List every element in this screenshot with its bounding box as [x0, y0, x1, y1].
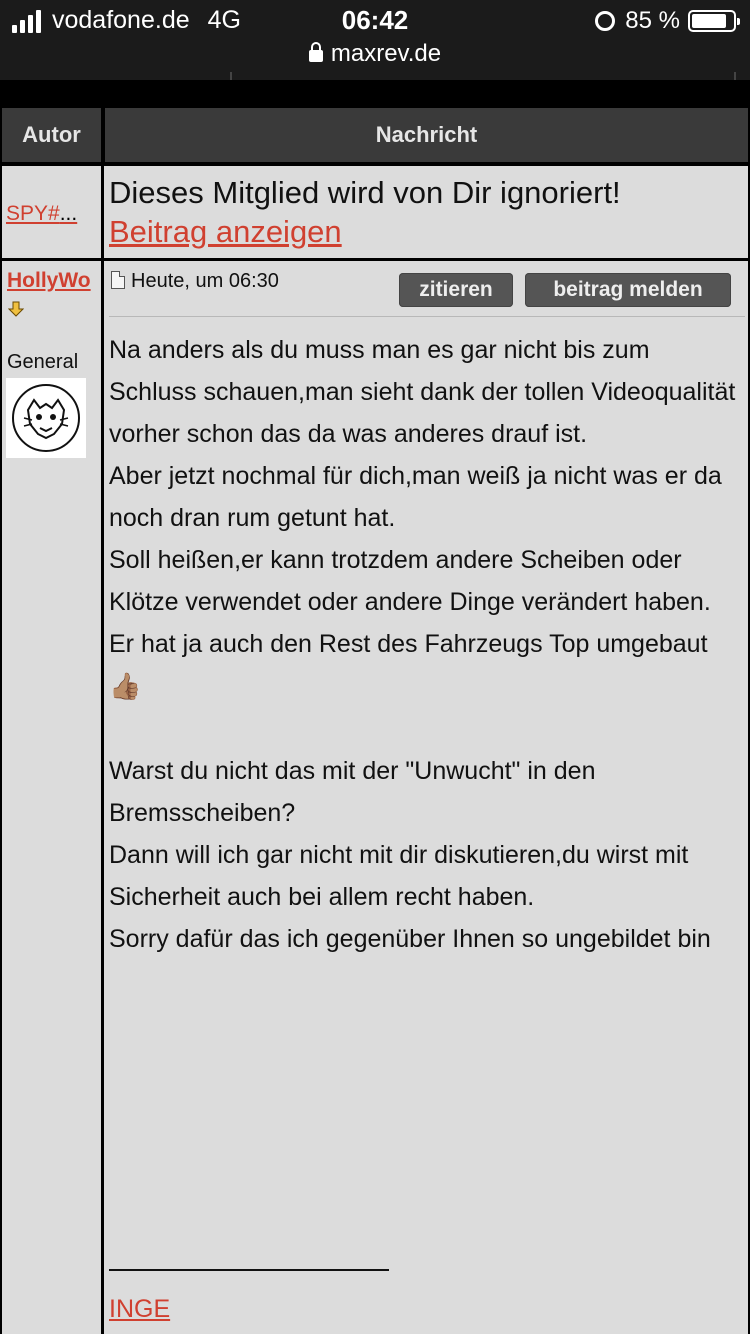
battery-icon: [688, 10, 740, 32]
battery-percent: 85 %: [625, 7, 680, 34]
post-date: Heute, um 06:30: [131, 270, 279, 292]
alarm-icon: [595, 11, 616, 31]
author-column-header: Autor: [0, 106, 103, 164]
message-column-header: Nachricht: [103, 106, 750, 164]
ignored-message-cell: Dieses Mitglied wird von Dir ignoriert! …: [104, 166, 748, 258]
signature-divider: [109, 1269, 389, 1271]
post-row: HollyWo General Heute, um 06:30 zitieren…: [0, 261, 750, 1334]
report-post-button[interactable]: beitrag melden: [525, 273, 731, 307]
post-author-cell: HollyWo General: [2, 261, 101, 1334]
post-paragraph-with-emoji: Er hat ja auch den Rest des Fahrzeugs To…: [109, 623, 743, 708]
post-paragraph: Aber jetzt nochmal für dich,man weiß ja …: [109, 462, 722, 532]
avatar[interactable]: [6, 378, 86, 458]
post-paragraph: Sorry dafür das ich gegenüber Ihnen so u…: [109, 925, 711, 953]
author-rank: General: [7, 351, 79, 373]
rank-arrow-icon: [8, 301, 24, 317]
ignored-author-link[interactable]: SPY#...: [6, 202, 77, 226]
avatar-logo-icon: [12, 384, 80, 452]
show-post-link[interactable]: Beitrag anzeigen: [109, 214, 342, 250]
address-bar[interactable]: maxrev.de: [0, 40, 750, 68]
post-paragraph: Soll heißen,er kann trotzdem andere Sche…: [109, 546, 711, 616]
post-message-cell: Heute, um 06:30 zitieren beitrag melden …: [104, 261, 748, 1334]
signature-link[interactable]: INGE: [109, 1295, 170, 1324]
ignored-author-name[interactable]: SPY#: [6, 202, 60, 225]
battery-fill: [692, 14, 726, 28]
post-paragraph-text: Er hat ja auch den Rest des Fahrzeugs To…: [109, 630, 708, 658]
lock-icon: [308, 42, 323, 62]
post-author-link[interactable]: HollyWo: [7, 269, 91, 293]
ignored-notice: Dieses Mitglied wird von Dir ignoriert!: [109, 175, 621, 210]
post-paragraph: Warst du nicht das mit der "Unwucht" in …: [109, 757, 596, 827]
post-paragraph: Na anders als du muss man es gar nicht b…: [109, 336, 736, 448]
post-body: Na anders als du muss man es gar nicht b…: [109, 329, 743, 960]
thumbs-up-emoji: 👍🏽: [109, 671, 142, 701]
quote-button[interactable]: zitieren: [399, 273, 513, 307]
post-header: Heute, um 06:30 zitieren beitrag melden: [109, 270, 745, 317]
post-paragraph: Dann will ich gar nicht mit dir diskutie…: [109, 841, 689, 911]
url-text: maxrev.de: [330, 40, 442, 67]
author-ellipsis: ...: [59, 202, 78, 225]
status-bar: vodafone.de 4G 06:42 maxrev.de 85 %: [0, 0, 750, 84]
forum-thread-table: Autor Nachricht SPY#... Dieses Mitglied …: [0, 80, 750, 1334]
ignored-post-row: SPY#... Dieses Mitglied wird von Dir ign…: [0, 166, 750, 258]
status-right: 85 %: [595, 7, 740, 35]
post-document-icon: [111, 271, 125, 289]
ignored-author-cell: SPY#...: [2, 166, 101, 258]
